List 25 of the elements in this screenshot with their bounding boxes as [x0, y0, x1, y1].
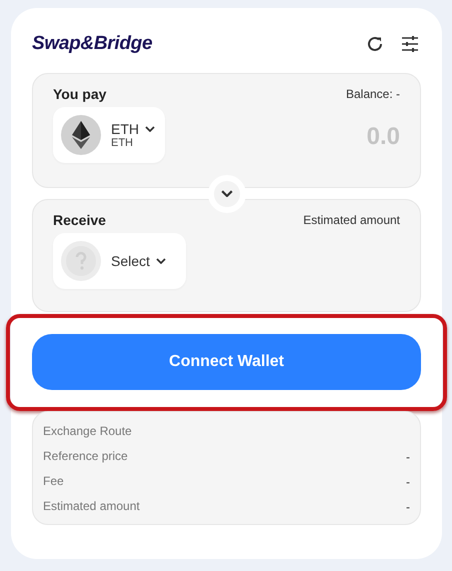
brand-logo: Swap&Bridge [32, 33, 152, 55]
settings-icon[interactable] [401, 36, 419, 52]
token-symbol: ETH [111, 121, 139, 137]
token-selector[interactable]: ETH ETH [53, 107, 165, 163]
chevron-down-icon [156, 258, 166, 264]
detail-label: Exchange Route [43, 424, 132, 439]
refresh-icon[interactable] [366, 35, 384, 53]
connect-wallet-button[interactable]: Connect Wallet [32, 334, 421, 390]
pay-label: You pay [53, 86, 106, 102]
balance-text: Balance: - [346, 87, 400, 101]
estimated-amount-text: Estimated amount [303, 213, 400, 227]
detail-value: - [406, 474, 410, 488]
eth-icon [61, 115, 101, 155]
chevron-down-icon [220, 190, 232, 198]
receive-label: Receive [53, 212, 106, 228]
chevron-down-icon [145, 126, 155, 132]
unknown-token-icon [61, 241, 101, 281]
detail-value: - [406, 500, 410, 514]
detail-value: - [406, 450, 410, 464]
token-network: ETH [111, 137, 133, 149]
detail-label: Reference price [43, 449, 128, 464]
token-selector[interactable]: Select [53, 233, 186, 289]
detail-label: Estimated amount [43, 499, 140, 514]
select-text: Select [111, 253, 150, 269]
detail-label: Fee [43, 474, 64, 489]
